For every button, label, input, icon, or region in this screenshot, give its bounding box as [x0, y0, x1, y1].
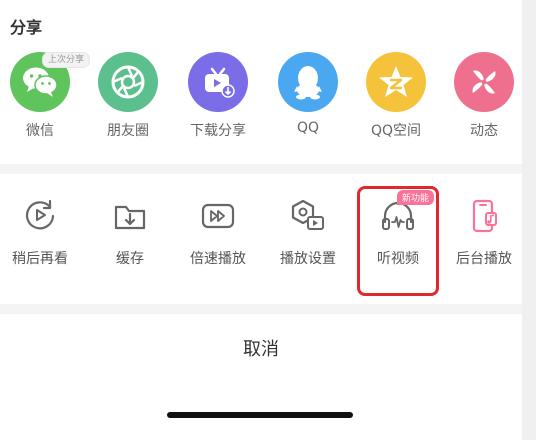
share-item-label: 下载分享	[190, 123, 246, 139]
speed-play-icon	[196, 194, 240, 238]
share-item-wechat[interactable]: 上次分享 微信	[0, 52, 91, 140]
section-divider	[0, 164, 522, 174]
action-label: 倍速播放	[190, 251, 246, 267]
share-item-dynamic[interactable]: 动态	[444, 52, 522, 140]
section-divider	[0, 304, 522, 314]
share-item-label: QQ	[296, 120, 320, 136]
action-cache[interactable]: 缓存	[90, 194, 170, 268]
action-play-settings[interactable]: 播放设置	[268, 194, 348, 268]
dynamic-icon	[454, 52, 514, 112]
cancel-button[interactable]: 取消	[0, 324, 522, 376]
watch-later-icon	[18, 194, 62, 238]
background-play-icon	[462, 194, 506, 238]
qzone-icon	[366, 52, 426, 112]
share-item-download-share[interactable]: 下载分享	[178, 52, 258, 140]
play-settings-icon	[286, 194, 330, 238]
new-feature-badge: 新功能	[397, 190, 435, 205]
share-item-label: QQ空间	[370, 123, 422, 139]
home-indicator	[167, 412, 353, 418]
action-label: 缓存	[116, 251, 144, 267]
share-item-moments[interactable]: 朋友圈	[88, 52, 168, 140]
download-share-icon	[188, 52, 248, 112]
share-item-label: 朋友圈	[107, 123, 149, 139]
share-item-qq[interactable]: QQ	[268, 52, 348, 136]
share-grid: 上次分享 微信 朋友圈 下载分享 QQ QQ空间 动态	[0, 52, 522, 144]
cache-icon	[108, 194, 152, 238]
action-background-play[interactable]: 后台播放	[444, 194, 522, 268]
action-speed-play[interactable]: 倍速播放	[178, 194, 258, 268]
action-grid: 稍后再看 缓存 倍速播放 播放设置 听视频 后台播放	[0, 194, 522, 290]
action-label: 后台播放	[456, 251, 512, 267]
action-watch-later[interactable]: 稍后再看	[0, 194, 80, 268]
share-item-label: 动态	[470, 123, 498, 139]
share-item-qzone[interactable]: QQ空间	[356, 52, 436, 140]
last-share-badge: 上次分享	[42, 52, 91, 68]
share-item-label: 微信	[26, 123, 54, 139]
qq-icon	[278, 52, 338, 112]
action-label: 播放设置	[280, 251, 336, 267]
share-sheet: 分享 上次分享 微信 朋友圈 下载分享 QQ QQ空间 动态 稍后再看 缓存 倍…	[0, 0, 522, 440]
action-label: 稍后再看	[12, 251, 68, 267]
share-title: 分享	[10, 18, 43, 37]
moments-icon	[98, 52, 158, 112]
